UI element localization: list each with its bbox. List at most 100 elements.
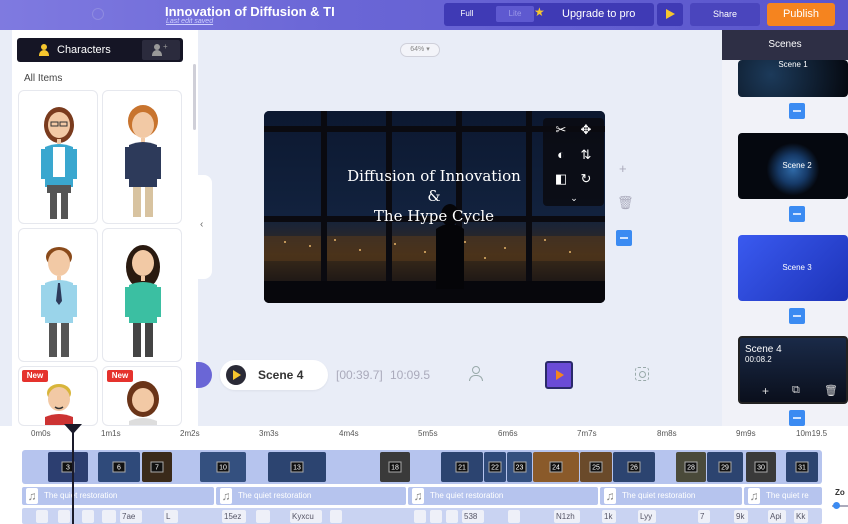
opacity-icon[interactable]: ◧ <box>552 170 570 188</box>
character-segment[interactable] <box>36 510 48 523</box>
tab-characters-label: Characters <box>57 44 111 56</box>
audio-label: The quiet restoration <box>430 491 504 500</box>
audio-segment[interactable]: ♫ The quiet restoration <box>600 487 742 505</box>
character-card-man-tie[interactable] <box>18 228 98 362</box>
timeline-clip[interactable]: 26 <box>613 452 655 482</box>
timeline-toggle[interactable] <box>196 362 212 388</box>
move-icon[interactable]: ✥ <box>577 121 595 139</box>
character-segment[interactable] <box>508 510 520 523</box>
timeline-clip[interactable]: 6 <box>98 452 140 482</box>
trash-icon[interactable]: 🗑 <box>617 195 634 211</box>
character-segment[interactable]: 1k <box>602 510 616 523</box>
timeline-zoom-label: Zo <box>835 488 845 497</box>
collapse-panel-button[interactable]: ‹ <box>196 175 212 279</box>
chevron-down-icon[interactable]: ⌄ <box>565 192 583 204</box>
character-segment[interactable] <box>414 510 426 523</box>
timeline-clip[interactable]: 21 <box>441 452 483 482</box>
publish-button[interactable]: Publish <box>767 3 835 26</box>
character-segment[interactable]: 538 <box>462 510 484 523</box>
ruler-label: 0m0s <box>31 429 51 438</box>
timeline-clip[interactable]: 23 <box>507 452 532 482</box>
character-segment[interactable] <box>82 510 94 523</box>
clip-number: 18 <box>388 461 402 473</box>
timeline-zoom-knob[interactable] <box>833 502 840 509</box>
timeline-clip[interactable]: 30 <box>746 452 776 482</box>
contrast-icon[interactable]: ◐ <box>552 146 570 164</box>
character-segment[interactable]: Kk <box>794 510 808 523</box>
scene-thumb-3[interactable]: Scene 3 <box>738 235 848 301</box>
home-icon[interactable] <box>92 8 104 20</box>
character-icon[interactable] <box>469 366 483 382</box>
character-segment[interactable] <box>446 510 458 523</box>
character-segment[interactable] <box>58 510 70 523</box>
zoom-dropdown[interactable]: 64% ▾ <box>400 43 440 57</box>
play-scene-button[interactable] <box>226 365 246 385</box>
mode-lite-button[interactable]: Lite <box>496 6 534 22</box>
ruler-label: 3m3s <box>259 429 279 438</box>
add-icon[interactable]: + <box>619 161 627 176</box>
video-icon[interactable] <box>545 361 573 389</box>
playhead-handle[interactable] <box>64 424 82 434</box>
audio-label: The quiet restoration <box>238 491 312 500</box>
timeline-clip[interactable]: 7 <box>142 452 172 482</box>
character-segment[interactable] <box>330 510 342 523</box>
scene-2-add-button[interactable] <box>789 206 805 222</box>
swap-icon[interactable]: ⇅ <box>577 146 595 164</box>
playhead[interactable] <box>72 424 74 524</box>
timeline-clip[interactable]: 13 <box>268 452 326 482</box>
audio-segment[interactable]: ♫ The quiet restoration <box>216 487 406 505</box>
character-segment[interactable]: Api <box>768 510 786 523</box>
scene-1-add-button[interactable] <box>789 103 805 119</box>
share-button[interactable]: Share <box>690 3 760 26</box>
tab-characters[interactable]: Characters <box>19 40 140 60</box>
timeline-clip[interactable]: 28 <box>676 452 706 482</box>
character-segment[interactable] <box>430 510 442 523</box>
upgrade-button[interactable]: Upgrade to pro <box>562 8 635 20</box>
scene-1-label: Scene 1 <box>778 60 808 69</box>
timeline-clip[interactable]: 10 <box>200 452 246 482</box>
scene-thumb-1[interactable]: Scene 1 <box>738 60 848 97</box>
character-segment[interactable]: 15ez <box>222 510 246 523</box>
scene-3-add-button[interactable] <box>789 308 805 324</box>
character-segment[interactable]: Kyxcu <box>290 510 322 523</box>
preview-play-button[interactable] <box>657 3 683 26</box>
character-card-woman-glasses[interactable] <box>18 90 98 224</box>
timeline-clip[interactable]: 24 <box>533 452 579 482</box>
add-scene-icon[interactable]: + <box>762 384 769 398</box>
character-segment[interactable]: 9k <box>734 510 748 523</box>
panel-scrollbar[interactable] <box>193 64 196 130</box>
audio-segment[interactable]: ♫ The quiet restoration <box>22 487 214 505</box>
music-note-icon: ♫ <box>26 488 38 504</box>
audio-segment[interactable]: ♫ The quiet re <box>744 487 822 505</box>
character-segment[interactable]: 7 <box>698 510 710 523</box>
timeline-clip[interactable]: 25 <box>580 452 612 482</box>
scene-thumb-2[interactable]: Scene 2 <box>738 133 848 199</box>
tab-add-character[interactable]: + <box>142 40 180 60</box>
timeline-clip[interactable]: 31 <box>786 452 818 482</box>
timeline-clip[interactable]: 18 <box>380 452 410 482</box>
man-curly-figure <box>125 105 161 217</box>
delete-scene-icon[interactable]: 🗑 <box>824 384 838 397</box>
mode-full-button[interactable]: Full <box>450 7 484 21</box>
focus-icon[interactable] <box>635 367 649 381</box>
timeline-clip[interactable]: 3 <box>48 452 88 482</box>
character-segment[interactable]: 7ae <box>120 510 142 523</box>
timeline-clip[interactable]: 29 <box>707 452 743 482</box>
collapse-element-button[interactable] <box>616 230 632 246</box>
character-segment[interactable]: N1zh <box>554 510 580 523</box>
project-title[interactable]: Innovation of Diffusion & TI <box>165 4 335 19</box>
cut-icon[interactable]: ✂ <box>552 121 570 139</box>
scene-thumb-4[interactable]: Scene 4 00:08.2 + ⧉ 🗑 <box>738 336 848 404</box>
character-segment[interactable]: Lyy <box>638 510 656 523</box>
duplicate-icon[interactable]: ⧉ <box>792 384 800 397</box>
character-card-woman-curly[interactable] <box>102 228 182 362</box>
character-card-man-curly[interactable] <box>102 90 182 224</box>
timeline-clip[interactable]: 22 <box>484 452 506 482</box>
character-segment[interactable] <box>102 510 116 523</box>
scene-4-add-button[interactable] <box>789 410 805 426</box>
audio-segment[interactable]: ♫ The quiet restoration <box>408 487 598 505</box>
character-segment[interactable] <box>256 510 270 523</box>
rotate-icon[interactable]: ↻ <box>577 170 595 188</box>
last-edit-link[interactable]: Last edit saved <box>166 18 213 25</box>
character-segment[interactable]: L <box>164 510 178 523</box>
